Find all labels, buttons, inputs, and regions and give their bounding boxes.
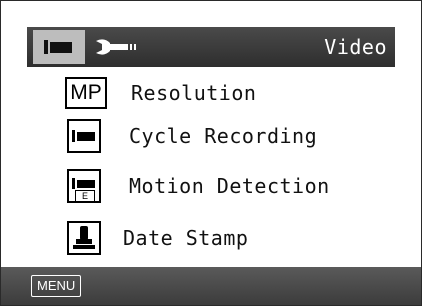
camera-menu-screen: Video MP Resolution Cycle Recording E Mo…	[0, 0, 422, 306]
mp-icon: MP	[65, 77, 107, 109]
stamp-icon	[67, 221, 101, 255]
wrench-icon	[96, 39, 136, 55]
menu-item-date-stamp[interactable]: Date Stamp	[67, 221, 248, 255]
menu-footer: MENU	[1, 267, 421, 305]
video-camera-icon	[67, 119, 101, 153]
menu-item-resolution[interactable]: MP Resolution	[65, 77, 256, 109]
menu-button[interactable]: MENU	[31, 275, 82, 297]
menu-item-label: Resolution	[131, 81, 257, 105]
tab-video[interactable]	[33, 30, 85, 64]
menu-item-cycle-recording[interactable]: Cycle Recording	[67, 119, 317, 153]
menu-item-label: Motion Detection	[129, 174, 330, 198]
video-camera-icon	[44, 40, 72, 54]
menu-header: Video	[27, 27, 395, 67]
menu-item-label: Cycle Recording	[129, 124, 318, 148]
page-title: Video	[324, 35, 387, 59]
menu-item-label: Date Stamp	[123, 226, 249, 250]
motion-detection-icon: E	[67, 169, 101, 203]
menu-item-motion-detection[interactable]: E Motion Detection	[67, 169, 330, 203]
motion-detection-e-label: E	[75, 190, 95, 202]
tab-settings[interactable]	[89, 30, 155, 64]
